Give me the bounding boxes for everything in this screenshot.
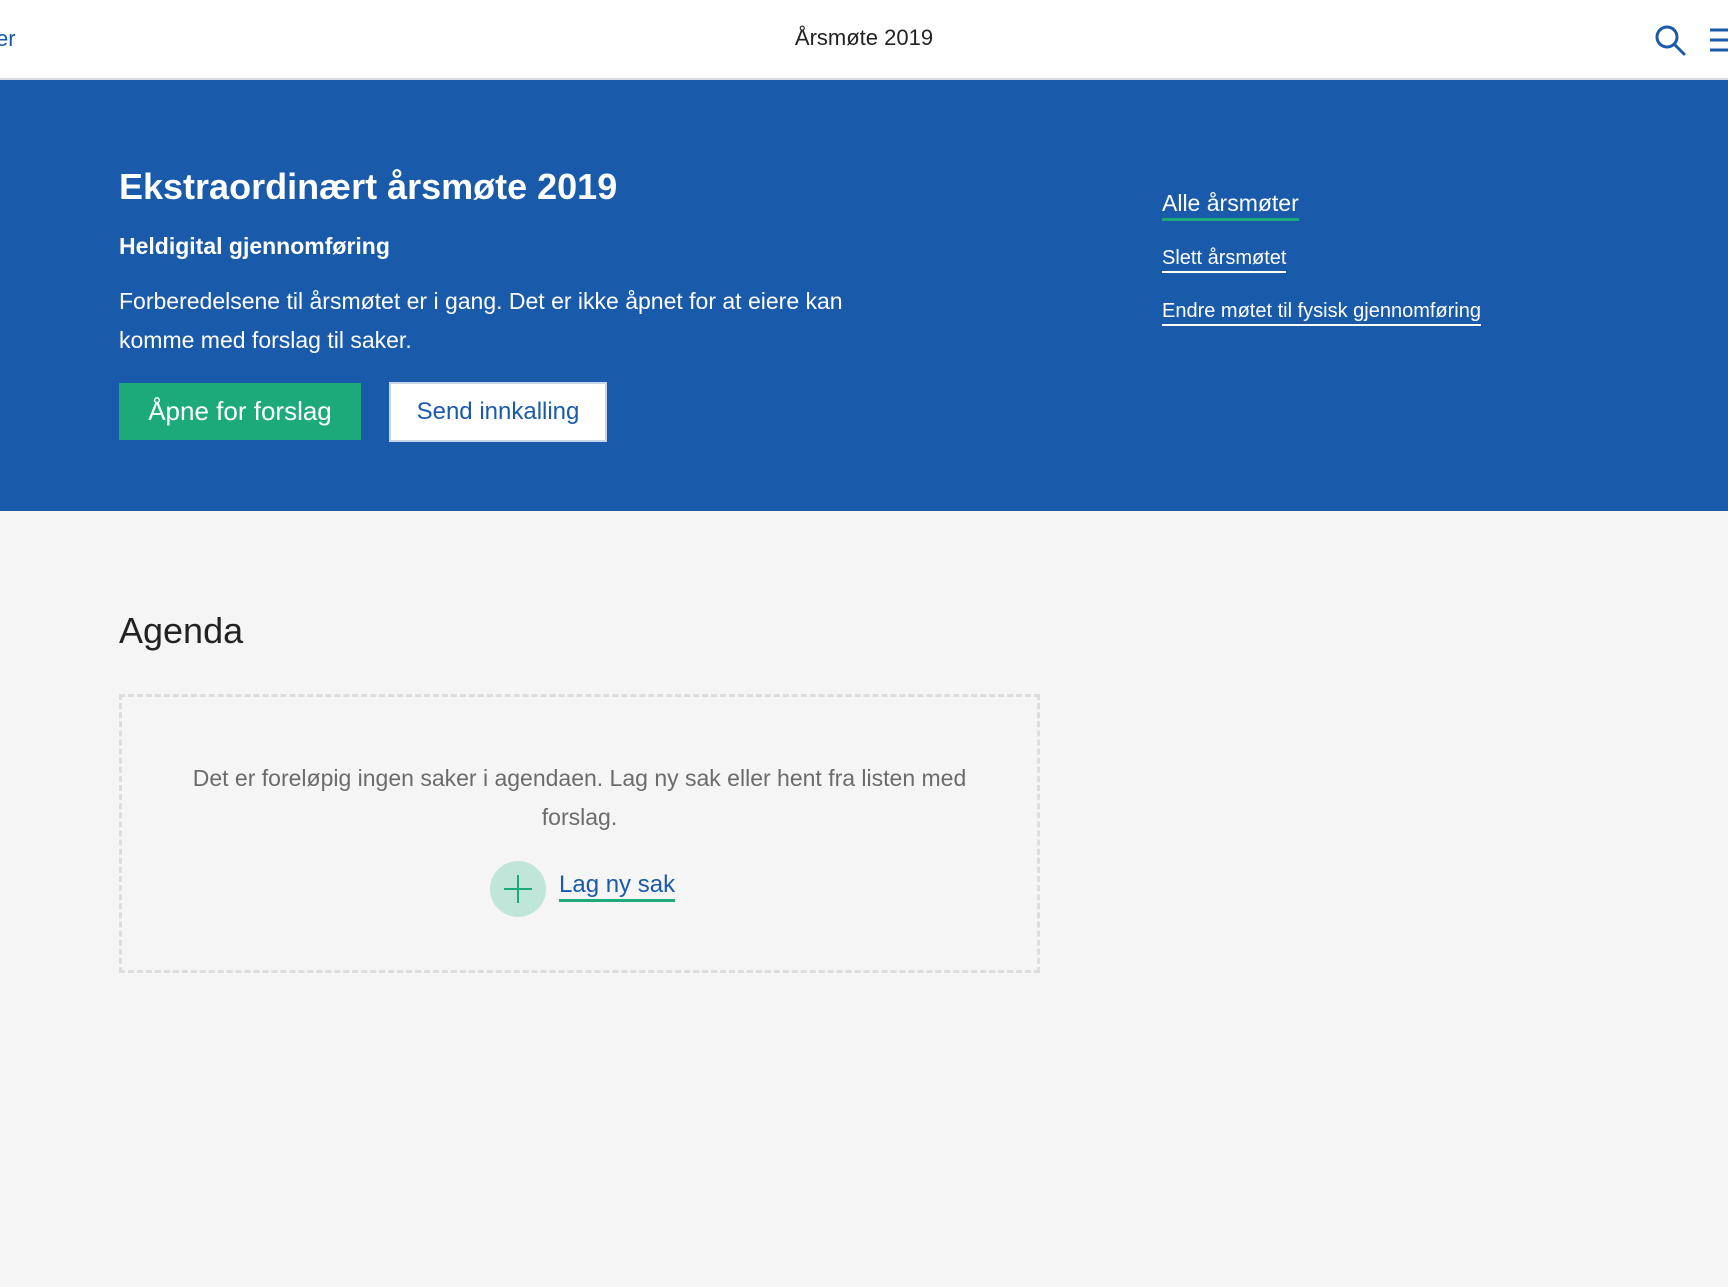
plus-icon-circle [490,861,546,917]
meeting-title: Ekstraordinært årsmøte 2019 [119,166,618,207]
agenda-empty-state: Det er foreløpig ingen saker i agendaen.… [119,694,1040,973]
top-bar: er Årsmøte 2019 [0,0,1728,80]
agenda-empty-text: Det er foreløpig ingen saker i agendaen.… [192,765,967,830]
search-button[interactable] [1652,22,1688,58]
search-icon [1655,25,1686,56]
add-new-item-label[interactable]: Lag ny sak [559,871,676,902]
all-meetings-link[interactable]: Alle årsmøter [1162,190,1299,221]
open-for-proposals-button[interactable]: Åpne for forslag [119,383,361,440]
menu-button[interactable] [1708,26,1728,54]
hamburger-menu-icon [1710,28,1728,52]
delete-meeting-link[interactable]: Slett årsmøtet [1162,247,1287,273]
agenda-heading: Agenda [119,610,244,651]
plus-icon [504,875,532,903]
meeting-description: Forberedelsene til årsmøtet er i gang. D… [119,288,843,353]
page-header-title: Årsmøte 2019 [794,25,934,50]
change-to-physical-link[interactable]: Endre møtet til fysisk gjennomføring [1162,300,1481,326]
meeting-hero: Ekstraordinært årsmøte 2019 Heldigital g… [0,80,1728,511]
meeting-subtitle: Heldigital gjennomføring [119,233,390,259]
send-invitation-button[interactable]: Send innkalling [389,382,607,442]
